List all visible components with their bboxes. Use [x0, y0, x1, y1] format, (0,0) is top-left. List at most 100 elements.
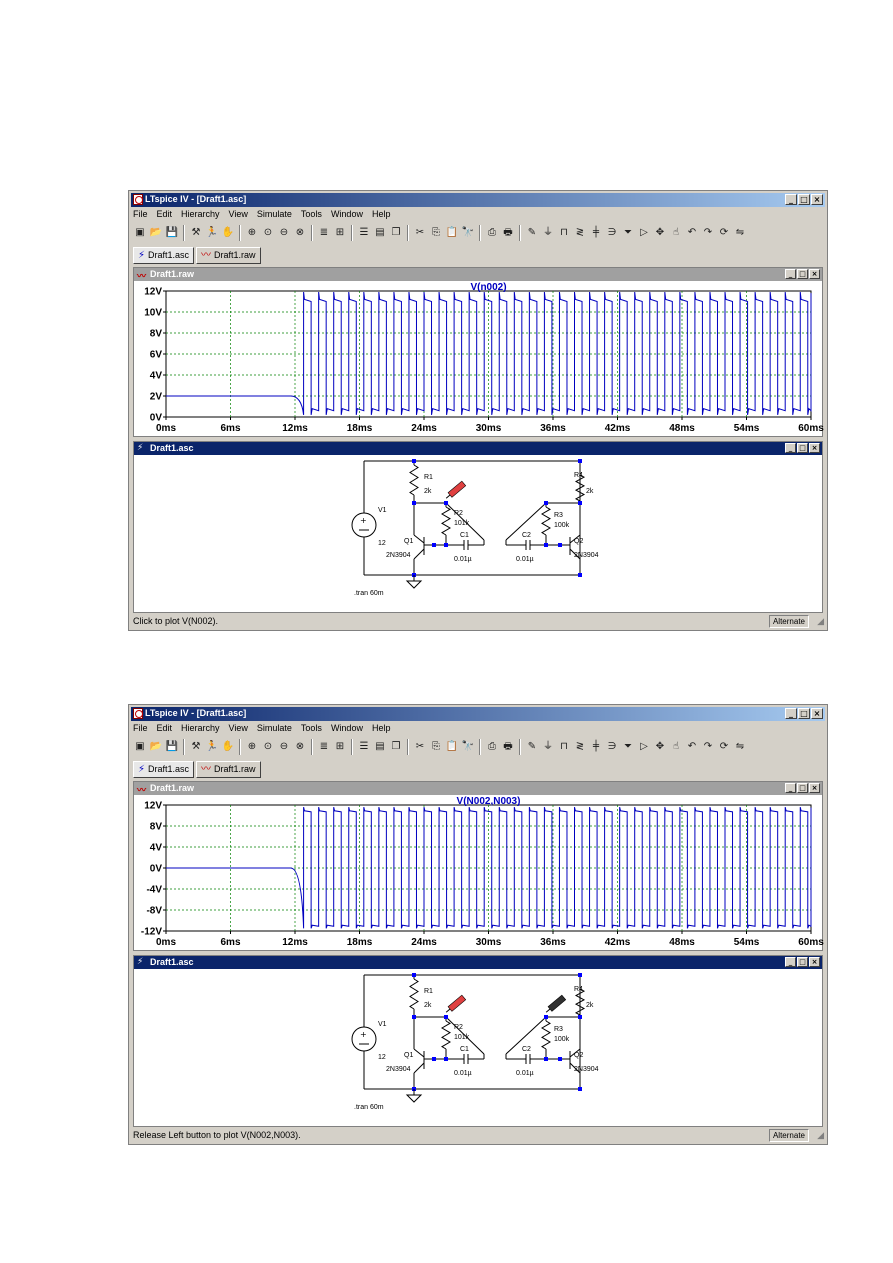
ltspice-app-icon[interactable]: [133, 194, 143, 205]
control-panel-icon[interactable]: ⚒: [189, 226, 203, 240]
title-bar[interactable]: LTspice IV - [Draft1.asc] _ □ ×: [131, 707, 825, 721]
waveform-window-titlebar[interactable]: 〰 Draft1.raw _ □ ×: [134, 782, 822, 796]
resistor-icon[interactable]: ≷: [573, 226, 587, 240]
tile-vertical-icon[interactable]: ▤: [373, 226, 387, 240]
copy-icon[interactable]: ⎘: [429, 740, 443, 754]
menu-window[interactable]: Window: [331, 208, 363, 221]
new-schematic-icon[interactable]: ▣: [133, 740, 147, 754]
menu-window[interactable]: Window: [331, 722, 363, 735]
capacitor-icon[interactable]: ╪: [589, 226, 603, 240]
waveform-window[interactable]: 〰 Draft1.raw _ □ × V(N002,N003) 12V 8V 4V 0V…: [133, 781, 824, 951]
maximize-button[interactable]: □: [797, 957, 808, 967]
menu-simulate[interactable]: Simulate: [257, 208, 292, 221]
diode-icon[interactable]: ⏷: [621, 740, 635, 754]
paste-icon[interactable]: 📋: [445, 226, 459, 240]
rotate-icon[interactable]: ⟳: [717, 740, 731, 754]
menu-hierarchy[interactable]: Hierarchy: [181, 208, 220, 221]
title-bar[interactable]: LTspice IV - [Draft1.asc] _ □ ×: [131, 193, 825, 207]
undo-icon[interactable]: ↶: [685, 740, 699, 754]
resize-grip-icon[interactable]: ◢: [817, 617, 824, 627]
tile-horizontal-icon[interactable]: ☰: [357, 226, 371, 240]
halt-icon[interactable]: ✋: [221, 740, 235, 754]
zoom-in-icon[interactable]: ⊕: [245, 740, 259, 754]
menu-file[interactable]: File: [133, 722, 148, 735]
waveform-plot[interactable]: V(N002,N003)12V8V4V0V-4V-8V-12V0ms 6ms 12m…: [134, 795, 824, 950]
tab-schematic[interactable]: ⚡ Draft1.asc: [133, 247, 195, 264]
resize-grip-icon[interactable]: ◢: [817, 1131, 824, 1141]
redo-icon[interactable]: ↷: [701, 740, 715, 754]
ground-icon[interactable]: ⏚: [541, 226, 555, 240]
find-icon[interactable]: 🔭: [461, 226, 475, 240]
component-icon[interactable]: ▷: [637, 226, 651, 240]
move-icon[interactable]: ✥: [653, 740, 667, 754]
ltspice-app-icon[interactable]: [133, 708, 143, 719]
maximize-button[interactable]: □: [797, 443, 808, 453]
zoom-out-icon[interactable]: ⊖: [277, 740, 291, 754]
menu-view[interactable]: View: [229, 208, 248, 221]
minimize-button[interactable]: _: [785, 443, 796, 453]
maximize-button[interactable]: □: [798, 708, 810, 719]
menu-view[interactable]: View: [229, 722, 248, 735]
close-button[interactable]: ×: [809, 957, 820, 967]
cut-icon[interactable]: ✂: [413, 740, 427, 754]
menu-file[interactable]: File: [133, 208, 148, 221]
waveform-plot[interactable]: V(n002)12V10V8V6V4V2V0V0ms 6ms 12ms 18ms 24m…: [134, 281, 824, 436]
run-icon[interactable]: 🏃: [205, 740, 219, 754]
mirror-icon[interactable]: ⇋: [733, 226, 747, 240]
tile-horizontal-icon[interactable]: ☰: [357, 740, 371, 754]
autorange-icon[interactable]: ≣: [317, 740, 331, 754]
label-net-icon[interactable]: ⊓: [557, 740, 571, 754]
wire-icon[interactable]: ✎: [525, 740, 539, 754]
drag-icon[interactable]: ☝: [669, 226, 683, 240]
menu-help[interactable]: Help: [372, 722, 391, 735]
rotate-icon[interactable]: ⟳: [717, 226, 731, 240]
save-icon[interactable]: 💾: [165, 740, 179, 754]
zoom-pan-icon[interactable]: ⊙: [261, 740, 275, 754]
close-button[interactable]: ×: [811, 708, 823, 719]
inductor-icon[interactable]: ∋: [605, 740, 619, 754]
wire-icon[interactable]: ✎: [525, 226, 539, 240]
copy-icon[interactable]: ⎘: [429, 226, 443, 240]
schematic-window-titlebar[interactable]: ⚡ Draft1.asc _ □ ×: [134, 956, 822, 969]
zoom-out-icon[interactable]: ⊖: [277, 226, 291, 240]
undo-icon[interactable]: ↶: [685, 226, 699, 240]
component-icon[interactable]: ▷: [637, 740, 651, 754]
cascade-icon[interactable]: ❐: [389, 740, 403, 754]
resistor-r2[interactable]: [441, 506, 451, 536]
minimize-button[interactable]: _: [785, 269, 796, 279]
minimize-button[interactable]: _: [785, 957, 796, 967]
resistor-r3[interactable]: [541, 1020, 551, 1050]
drag-icon[interactable]: ☝: [669, 740, 683, 754]
menu-simulate[interactable]: Simulate: [257, 722, 292, 735]
resistor-r1[interactable]: [409, 464, 419, 496]
reset-icon[interactable]: ⊞: [333, 226, 347, 240]
close-button[interactable]: ×: [809, 269, 820, 279]
voltage-probe-red-icon[interactable]: [444, 480, 467, 500]
menu-help[interactable]: Help: [372, 208, 391, 221]
label-net-icon[interactable]: ⊓: [557, 226, 571, 240]
waveform-window[interactable]: 〰 Draft1.raw _ □ × V(n002) 12V 10V 8V 6V 4V 2V…: [133, 267, 824, 437]
cascade-icon[interactable]: ❐: [389, 226, 403, 240]
close-button[interactable]: ×: [809, 443, 820, 453]
tab-waveform[interactable]: 〰 Draft1.raw: [196, 761, 261, 778]
minimize-button[interactable]: _: [785, 783, 796, 793]
tab-schematic[interactable]: ⚡ Draft1.asc: [133, 761, 195, 778]
oscillator-circuit[interactable]: +V112R12kR42kR2101kR3100kC10.01µC20.01µQ…: [351, 973, 599, 1111]
save-icon[interactable]: 💾: [165, 226, 179, 240]
minimize-button[interactable]: _: [785, 194, 797, 205]
redo-icon[interactable]: ↷: [701, 226, 715, 240]
maximize-button[interactable]: □: [797, 269, 808, 279]
voltage-probe-black-icon[interactable]: [544, 994, 567, 1014]
minimize-button[interactable]: _: [785, 708, 797, 719]
schematic-window[interactable]: ⚡ Draft1.asc _ □ × + V1 12 R1 2k R4 2k R2 101k R3…: [133, 441, 823, 613]
close-button[interactable]: ×: [809, 783, 820, 793]
reset-icon[interactable]: ⊞: [333, 740, 347, 754]
cut-icon[interactable]: ✂: [413, 226, 427, 240]
menu-tools[interactable]: Tools: [301, 722, 322, 735]
menu-hierarchy[interactable]: Hierarchy: [181, 722, 220, 735]
zoom-pan-icon[interactable]: ⊙: [261, 226, 275, 240]
schematic-canvas[interactable]: +V112R12kR42kR2101kR3100kC10.01µC20.01µQ…: [134, 455, 824, 612]
print-setup-icon[interactable]: ⎙: [485, 226, 499, 240]
maximize-button[interactable]: □: [797, 783, 808, 793]
find-icon[interactable]: 🔭: [461, 740, 475, 754]
